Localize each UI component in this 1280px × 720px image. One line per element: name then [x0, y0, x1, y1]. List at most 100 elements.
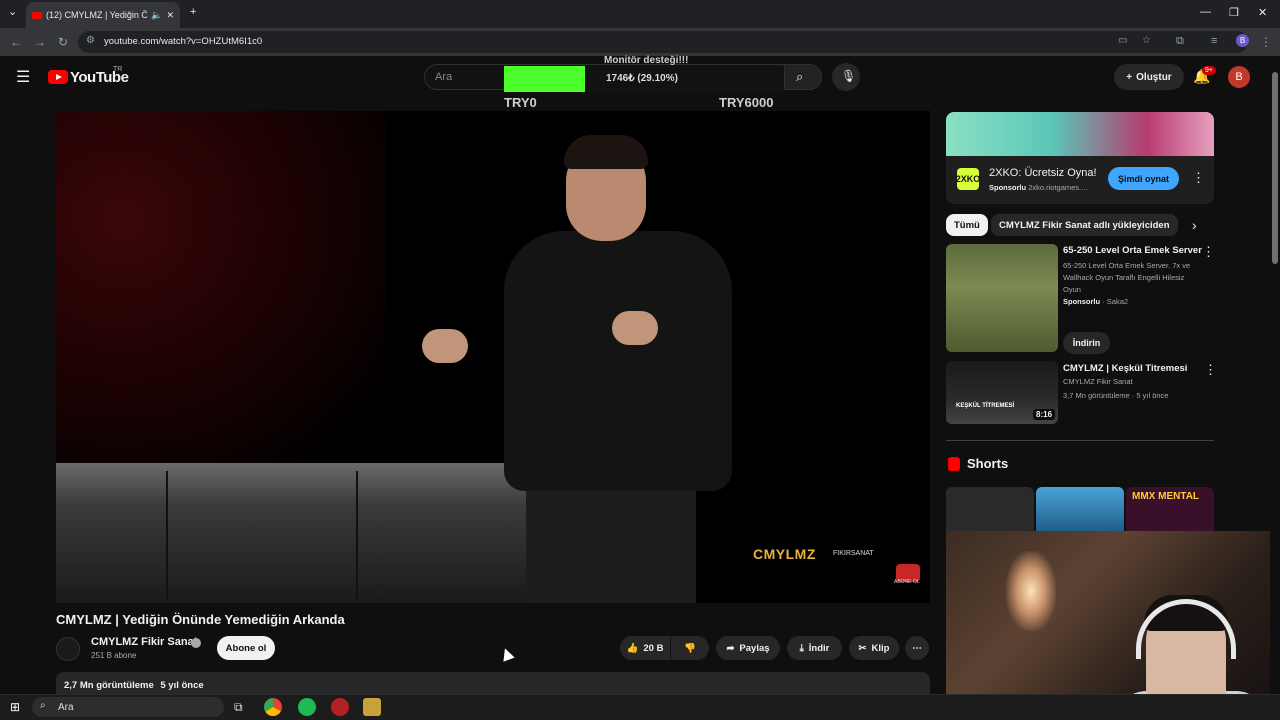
sofa-seam — [166, 471, 168, 601]
url-text[interactable]: youtube.com/watch?v=OHZUtM6I1c0 — [104, 36, 262, 47]
share-button[interactable]: ➦ Paylaş — [716, 636, 780, 660]
more-actions-button[interactable]: ⋯ — [905, 636, 929, 660]
rec-more-icon[interactable]: ⋮ — [1202, 244, 1215, 260]
forward-icon[interactable]: → — [34, 35, 46, 49]
close-window-icon[interactable]: ✕ — [1258, 6, 1267, 19]
performer-right-hand — [612, 311, 658, 345]
rec-more-icon[interactable]: ⋮ — [1204, 362, 1217, 378]
notification-badge: 9+ — [1202, 66, 1216, 75]
create-label: Oluştur — [1136, 71, 1172, 83]
youtube-logo-icon[interactable] — [48, 70, 68, 84]
download-button[interactable]: ⤓ İndir — [787, 636, 842, 660]
more-horizontal-icon: ⋯ — [912, 642, 922, 654]
shorts-icon — [948, 457, 960, 471]
search-icon: ⌕ — [796, 69, 804, 84]
mouse-cursor-icon — [499, 646, 515, 662]
ad-sponsor-line: Sponsorlu 2xko.riotgames.... — [989, 183, 1087, 192]
leather-sofa — [56, 463, 576, 603]
rec-description: 65-250 Level Orta Emek Server. 7x ve Wal… — [1063, 261, 1191, 294]
scrollbar-thumb[interactable] — [1272, 72, 1278, 264]
shorts-heading: Shorts — [967, 456, 1009, 471]
donation-max-label: TRY6000 — [719, 95, 774, 110]
short-thumbnail[interactable] — [1036, 487, 1124, 531]
task-view-icon[interactable]: ⧉ — [234, 700, 243, 715]
extensions-icon[interactable]: ⧉ — [1176, 35, 1184, 48]
short-thumbnail-text: MMX MENTAL — [1132, 491, 1200, 502]
subscribe-button[interactable]: Abone ol — [217, 636, 275, 660]
restore-icon[interactable]: ❐ — [1229, 6, 1239, 19]
minimize-icon[interactable]: — — [1200, 6, 1211, 18]
back-icon[interactable]: ← — [10, 35, 22, 49]
download-icon: ⤓ — [799, 642, 804, 654]
browser-tab[interactable]: (12) CMYLMZ | Yediğin Önü 🔈 ✕ — [26, 2, 180, 28]
rec-duration: 8:16 — [1033, 409, 1056, 420]
view-count: 2,7 Mn görüntüleme — [64, 680, 154, 691]
thumbs-up-icon: 👍 — [626, 642, 639, 654]
stage-curtain — [56, 111, 386, 471]
account-avatar[interactable]: B — [1228, 66, 1250, 88]
microphone-icon: 🎙 — [841, 69, 857, 83]
bookmark-star-icon[interactable]: ☆ — [1142, 35, 1151, 46]
rec-sponsored-label: Sponsorlu — [1063, 297, 1101, 306]
close-tab-icon[interactable]: ✕ — [166, 10, 174, 21]
hamburger-menu-icon[interactable]: ☰ — [16, 67, 30, 87]
verified-check-icon — [191, 638, 201, 648]
donation-min-label: TRY0 — [504, 95, 537, 110]
rec-thumbnail[interactable] — [946, 244, 1058, 352]
channel-watermark-sub: FIKIRSANAT — [833, 550, 874, 557]
site-info-icon[interactable]: ⚙ — [86, 35, 95, 46]
cast-icon[interactable]: ▭ — [1118, 35, 1127, 46]
search-button[interactable]: ⌕ — [784, 64, 822, 90]
dislike-button[interactable]: 👎 — [671, 636, 709, 660]
create-button[interactable]: + Oluştur — [1114, 64, 1184, 90]
audio-icon[interactable]: 🔈 — [151, 10, 162, 21]
rec-install-button[interactable]: İndirin — [1063, 332, 1110, 354]
sofa-seam — [356, 471, 358, 601]
voice-search-button[interactable]: 🎙 — [832, 63, 860, 91]
ad-title[interactable]: 2XKO: Ücretsiz Oyna! — [989, 167, 1097, 179]
rec-title[interactable]: 65-250 Level Orta Emek Server — [1063, 245, 1202, 256]
search-placeholder: Ara — [435, 71, 453, 83]
short-thumbnail[interactable]: MMX MENTAL — [1126, 487, 1214, 531]
performer-body — [504, 231, 732, 491]
rec-advertiser: Saka2 — [1106, 297, 1129, 306]
league-taskbar-icon[interactable] — [363, 698, 381, 716]
thumbs-down-icon: 👎 — [684, 642, 696, 654]
chip-all[interactable]: Tümü — [946, 214, 988, 236]
video-player[interactable]: CMYLMZ FIKIRSANAT ABONE OL — [56, 111, 930, 603]
windows-start-icon[interactable]: ⊞ — [10, 700, 20, 714]
rec-meta: 3,7 Mn görüntüleme · 5 yıl önce — [1063, 391, 1169, 400]
ad-logo: 2XKO — [956, 168, 980, 190]
download-label: İndir — [808, 642, 830, 654]
ad-more-icon[interactable]: ⋮ — [1192, 170, 1205, 186]
new-tab-icon[interactable]: + — [190, 6, 196, 18]
tab-search-icon[interactable]: ⌄ — [8, 5, 17, 18]
webcam-lamp — [1006, 551, 1056, 631]
spotify-taskbar-icon[interactable] — [298, 698, 316, 716]
chips-next-icon[interactable]: › — [1192, 217, 1197, 233]
reading-list-icon[interactable]: ≡ — [1211, 35, 1217, 47]
short-thumbnail[interactable] — [946, 487, 1034, 531]
browser-tab-strip: ⌄ (12) CMYLMZ | Yediğin Önü 🔈 ✕ + — ❐ ✕ — [0, 0, 1280, 28]
subscriber-count: 251 B abone — [91, 651, 137, 660]
webcam-overlay — [946, 531, 1280, 720]
reload-icon[interactable]: ↻ — [58, 35, 68, 49]
rec-channel[interactable]: CMYLMZ Fikir Sanat — [1063, 376, 1133, 388]
chrome-taskbar-icon[interactable] — [264, 698, 282, 716]
clip-button[interactable]: ✂ Klip — [849, 636, 899, 660]
performer-hair — [564, 135, 648, 169]
channel-name[interactable]: CMYLMZ Fikir Sanat — [91, 636, 197, 648]
channel-avatar[interactable] — [56, 637, 80, 661]
omnibox[interactable]: ⚙ youtube.com/watch?v=OHZUtM6I1c0 ▭ ☆ — [78, 31, 1248, 53]
chrome-menu-icon[interactable]: ⋮ — [1260, 35, 1272, 49]
profile-avatar-icon[interactable]: B — [1236, 34, 1249, 47]
region-code: TR — [113, 66, 123, 73]
ad-cta-button[interactable]: Şimdi oynat — [1108, 167, 1179, 190]
obs-taskbar-icon[interactable] — [331, 698, 349, 716]
chip-from-uploader[interactable]: CMYLMZ Fikir Sanat adlı yükleyiciden — [991, 214, 1178, 236]
like-button[interactable]: 👍 20 B — [620, 636, 670, 660]
rec-title[interactable]: CMYLMZ | Keşkül Titremesi — [1063, 363, 1187, 374]
ad-banner-image[interactable] — [946, 112, 1214, 156]
rec-thumbnail-caption: KEŞKÜL TİTREMESİ — [956, 403, 1015, 409]
scissors-icon: ✂ — [858, 642, 867, 654]
